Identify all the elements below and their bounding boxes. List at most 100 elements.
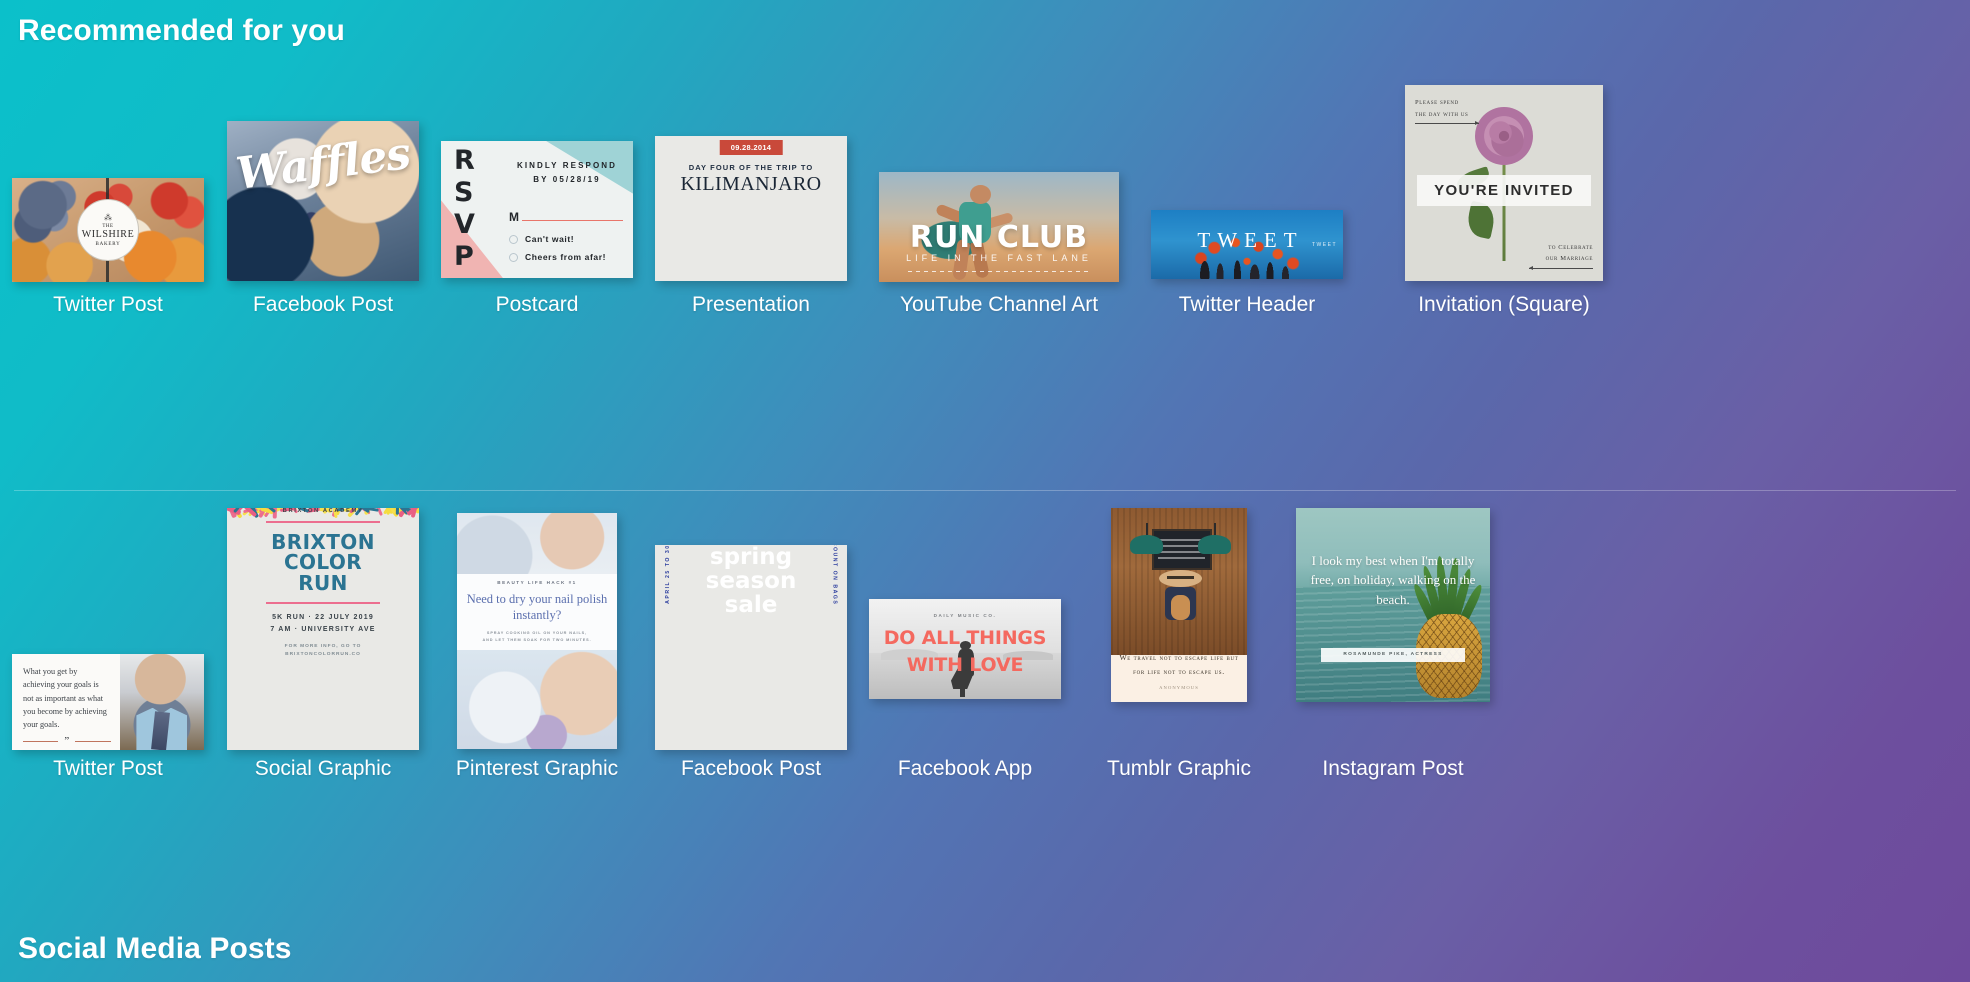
coffee-shop-photo <box>1111 508 1247 656</box>
pinterest-text-band: BEAUTY LIFE HACK #1 Need to dry your nai… <box>457 574 617 650</box>
pendant-lamp-icon <box>1198 522 1231 554</box>
rule-left <box>23 741 59 743</box>
card-label: Postcard <box>495 293 579 316</box>
run-club-title: RUN CLUB <box>909 219 1089 255</box>
presentation-date-badge: 09.28.2014 <box>719 140 783 155</box>
template-card-twitter-post-quote[interactable]: What you get by achieving your goals is … <box>0 492 216 792</box>
template-row-recommended: ⁂ THE WILSHIRE BAKERY Twitter Post Waffl… <box>0 85 1970 395</box>
rsvp-headline: KINDLY RESPOND BY 05/28/19 <box>509 159 625 187</box>
bakery-mark-icon: ⁂ <box>104 212 112 222</box>
template-card-twitter-header[interactable]: TWEET TWEET Twitter Header <box>1140 95 1354 335</box>
thumbnail-twitter-post[interactable]: ⁂ THE WILSHIRE BAKERY <box>12 178 204 282</box>
tumblr-caption-text: We travel not to escape life but for lif… <box>1119 652 1239 676</box>
brixton-title: BRIXTON COLOR RUN <box>260 532 387 593</box>
spring-left-text: APRIL 25 TO 30, 2019 | NY, CA <box>664 545 671 604</box>
card-label: Social Graphic <box>254 757 392 780</box>
card-label: Presentation <box>692 293 810 316</box>
brixton-title-line1: BRIXTON <box>271 530 375 554</box>
invitation-bottom-line2: our Marriage <box>1545 255 1593 263</box>
brixton-more-line2: BRIXTONCOLORRUN.CO <box>285 652 361 658</box>
template-card-tumblr-graphic[interactable]: We travel not to escape life but for lif… <box>1072 492 1286 792</box>
template-row-social: What you get by achieving your goals is … <box>0 492 1970 792</box>
rose-bloom-icon <box>1475 106 1533 165</box>
card-label: Twitter Post <box>53 757 163 780</box>
artwork-quote-card: What you get by achieving your goals is … <box>12 654 204 750</box>
template-card-instagram-post[interactable]: I look my best when I'm totally free, on… <box>1286 492 1500 792</box>
template-card-postcard[interactable]: R S V P KINDLY RESPOND BY 05/28/19 M Can… <box>430 95 644 335</box>
pinterest-subtext-line2: AND LET THEM SOAK FOR TWO MINUTES. <box>482 638 592 643</box>
pinterest-subtext-line1: SPRAY COOKING OIL ON YOUR NAILS, <box>486 631 588 636</box>
brixton-rule-top <box>265 521 381 523</box>
rsvp-letter: R <box>454 145 475 176</box>
card-label: Instagram Post <box>1322 757 1464 780</box>
rsvp-name-field: M <box>509 211 623 223</box>
thumbnail-postcard[interactable]: R S V P KINDLY RESPOND BY 05/28/19 M Can… <box>441 141 633 278</box>
run-club-subtitle: LIFE IN THE FAST LANE <box>906 253 1092 264</box>
card-label: Facebook Post <box>680 757 822 780</box>
sun-hat-shape <box>1158 569 1202 587</box>
tweet-subtitle: TWEET <box>1312 241 1337 248</box>
photo-top-area <box>457 513 617 575</box>
template-card-facebook-post[interactable]: Waffles Facebook Post <box>216 95 430 335</box>
love-title: DO ALL THINGS WITH LOVE <box>883 627 1047 676</box>
brixton-meta: 5K RUN · 22 JULY 2019 7 AM · UNIVERSITY … <box>260 612 387 636</box>
bakery-sub-text: BAKERY <box>95 241 121 247</box>
thumbnail-twitter-header[interactable]: TWEET TWEET <box>1151 210 1343 279</box>
instagram-attribution: ROSAMUNDE PIKE, ACTRESS <box>1321 647 1465 662</box>
quote-left-panel: What you get by achieving your goals is … <box>12 654 120 750</box>
invitation-bottom-line1: to Celebrate <box>1548 243 1593 251</box>
artwork-rsvp-postcard: R S V P KINDLY RESPOND BY 05/28/19 M Can… <box>441 141 633 278</box>
thumbnail-facebook-post-sale[interactable]: APRIL 25 TO 30, 2019 | NY, CA UP TO 70% … <box>655 545 847 750</box>
thumbnail-invitation-square[interactable]: Please spend the day with us YOU'RE INVI… <box>1405 85 1603 281</box>
thumbnail-pinterest-graphic[interactable]: BEAUTY LIFE HACK #1 Need to dry your nai… <box>457 513 617 749</box>
rsvp-letter: V <box>454 209 475 241</box>
template-card-invitation-square[interactable]: Please spend the day with us YOU'RE INVI… <box>1354 85 1654 335</box>
artwork-instagram-beach-quote: I look my best when I'm totally free, on… <box>1296 508 1490 702</box>
section-title-recommended: Recommended for you <box>18 14 345 47</box>
thumbnail-presentation[interactable]: 09.28.2014 DAY FOUR OF THE TRIP TO KILIM… <box>655 136 847 281</box>
traveler-figure <box>1156 569 1205 621</box>
template-card-facebook-post-sale[interactable]: APRIL 25 TO 30, 2019 | NY, CA UP TO 70% … <box>644 492 858 792</box>
presentation-eyebrow: DAY FOUR OF THE TRIP TO <box>688 163 814 172</box>
template-card-youtube-channel-art[interactable]: RUN CLUB LIFE IN THE FAST LANE YouTube C… <box>858 95 1140 335</box>
presentation-title: KILIMANJARO <box>680 173 822 195</box>
pinterest-subtext: SPRAY COOKING OIL ON YOUR NAILS, AND LET… <box>482 630 591 644</box>
invitation-banner: YOU'RE INVITED <box>1416 175 1592 207</box>
thumbnail-facebook-app[interactable]: DAILY MUSIC CO. DO ALL THINGS WITH LOVE <box>869 599 1061 699</box>
thumbnail-youtube-channel-art[interactable]: RUN CLUB LIFE IN THE FAST LANE <box>879 172 1119 282</box>
invitation-top-note: Please spend the day with us <box>1415 97 1479 126</box>
rsvp-option: Can't wait! <box>509 234 574 244</box>
brixton-more-line1: FOR MORE INFO, GO TO <box>284 643 362 649</box>
card-label: Twitter Post <box>53 293 163 316</box>
template-card-pinterest-graphic[interactable]: BEAUTY LIFE HACK #1 Need to dry your nai… <box>430 492 644 792</box>
thumbnail-instagram-post[interactable]: I look my best when I'm totally free, on… <box>1296 508 1490 702</box>
template-card-facebook-app[interactable]: DAILY MUSIC CO. DO ALL THINGS WITH LOVE … <box>858 492 1072 792</box>
thumbnail-social-graphic[interactable]: BRIXTON ACADEMY BRIXTON COLOR RUN 5K RUN… <box>227 508 419 750</box>
instagram-quote: I look my best when I'm totally free, on… <box>1310 552 1476 607</box>
section-social-media-posts: Social Media Posts What you get by achie… <box>0 492 1970 982</box>
template-card-social-graphic[interactable]: BRIXTON ACADEMY BRIXTON COLOR RUN 5K RUN… <box>216 492 430 792</box>
backpack-shape <box>1170 594 1191 621</box>
runner-head <box>970 184 992 205</box>
waffles-script-text: Waffles <box>233 128 413 201</box>
spring-right-text: UP TO 70% DISCOUNT ON BAGS <box>831 545 838 606</box>
invitation-bottom-note: to Celebrate our Marriage <box>1529 242 1593 270</box>
template-card-presentation[interactable]: 09.28.2014 DAY FOUR OF THE TRIP TO KILIM… <box>644 95 858 335</box>
thumbnail-facebook-post[interactable]: Waffles <box>227 121 419 281</box>
artwork-do-all-things-with-love: DAILY MUSIC CO. DO ALL THINGS WITH LOVE <box>869 599 1061 699</box>
thumbnail-twitter-post-quote[interactable]: What you get by achieving your goals is … <box>12 654 204 750</box>
artwork-wilshire-bakery: ⁂ THE WILSHIRE BAKERY <box>12 178 204 282</box>
tweet-title: TWEET <box>1197 227 1304 252</box>
pendant-lamp-icon <box>1130 522 1163 554</box>
thumbnail-tumblr-graphic[interactable]: We travel not to escape life but for lif… <box>1111 508 1247 702</box>
rsvp-headline-line2: BY 05/28/19 <box>533 175 601 184</box>
brixton-more-info: FOR MORE INFO, GO TO BRIXTONCOLORRUN.CO <box>260 643 387 659</box>
card-label: Pinterest Graphic <box>455 757 619 780</box>
rsvp-headline-line1: KINDLY RESPOND <box>516 161 618 170</box>
brixton-rule-bottom <box>265 602 381 605</box>
template-gallery: Recommended for you ⁂ THE WILSHIRE BAKER… <box>0 0 1970 982</box>
rsvp-m-label: M <box>509 210 519 224</box>
template-card-twitter-post[interactable]: ⁂ THE WILSHIRE BAKERY Twitter Post <box>0 95 216 335</box>
artwork-pinterest-nail-hack: BEAUTY LIFE HACK #1 Need to dry your nai… <box>457 513 617 749</box>
spring-sale-title: spring season sale <box>705 545 797 619</box>
